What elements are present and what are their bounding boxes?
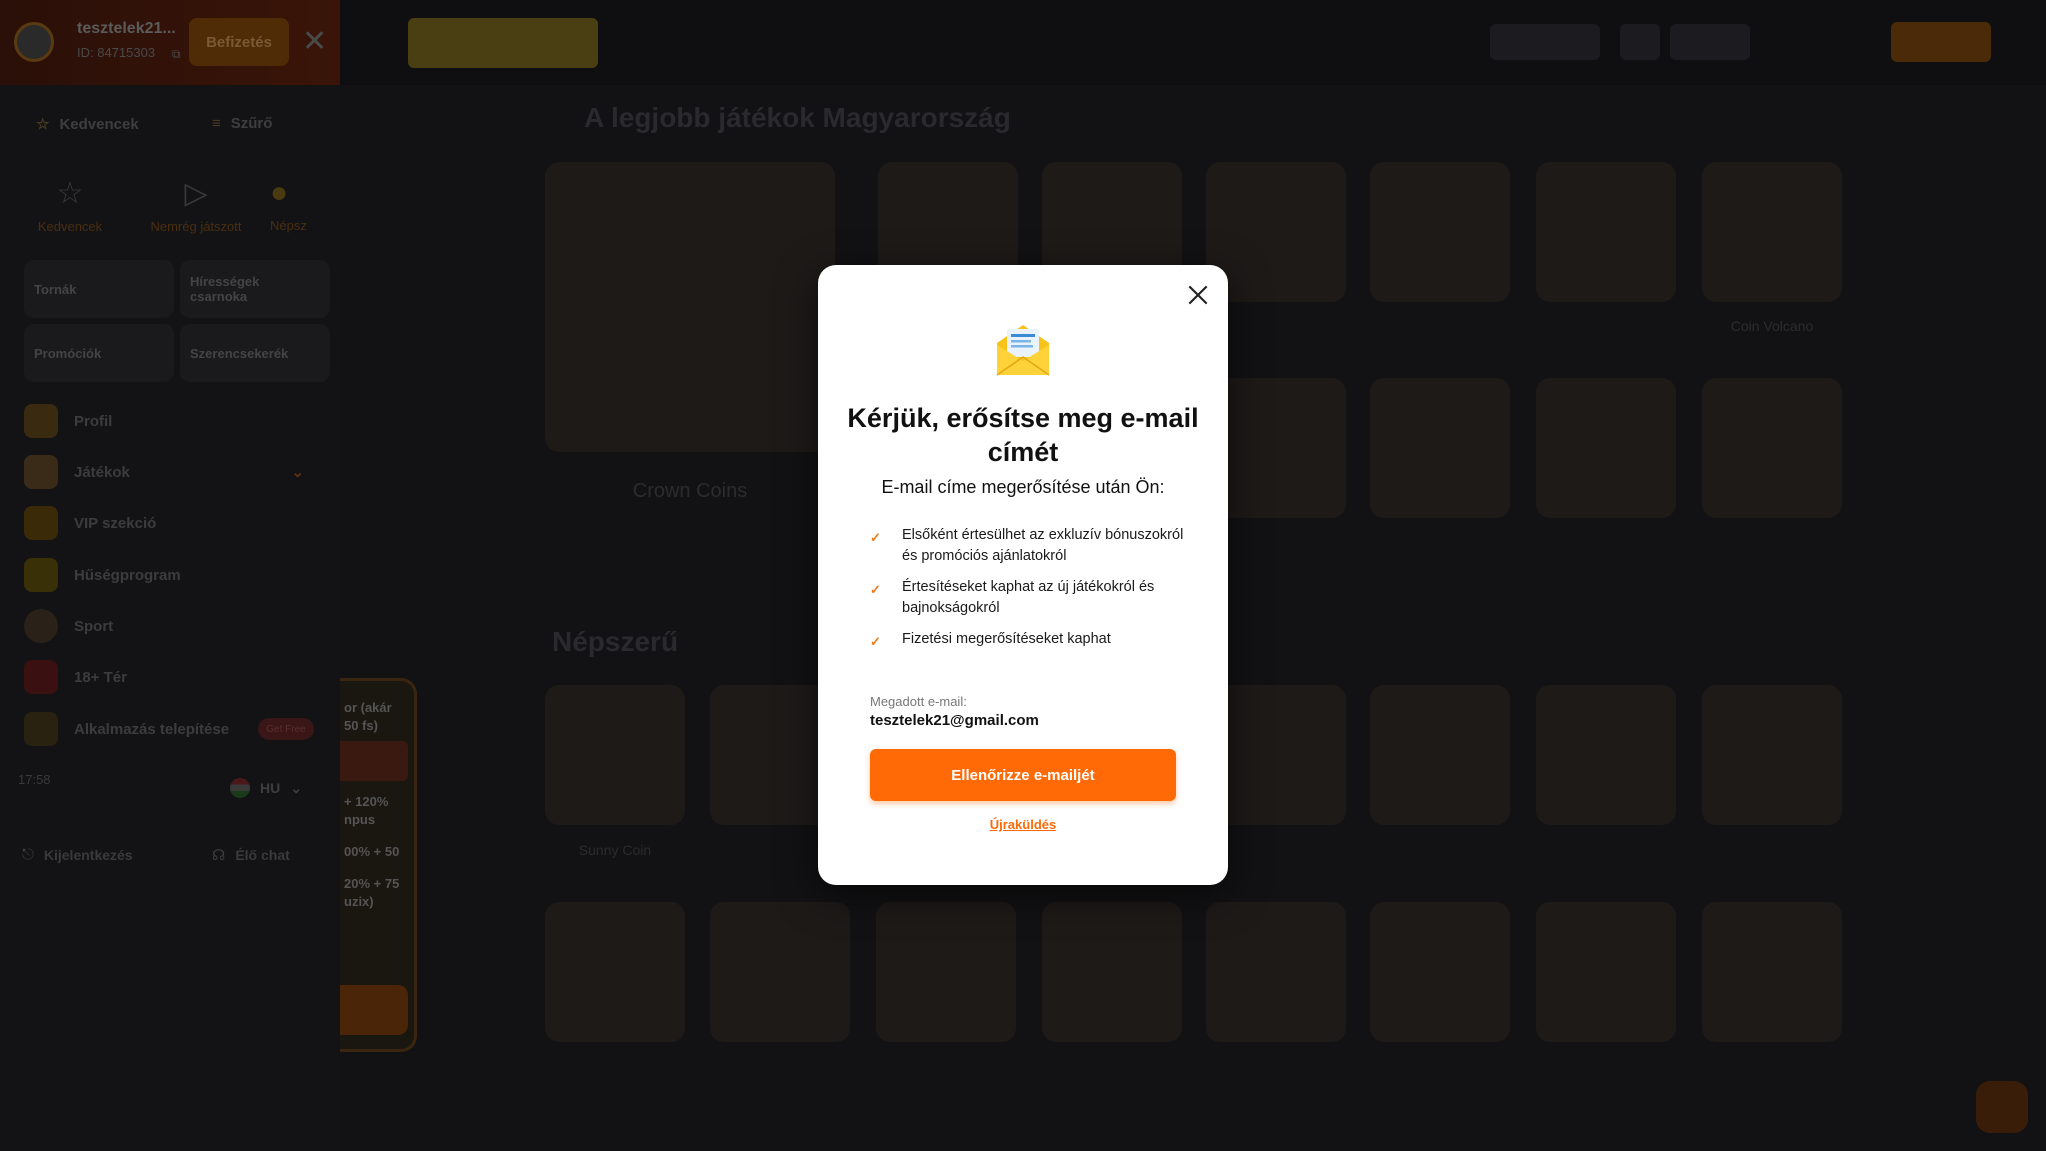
email-label: Megadott e-mail: <box>870 694 967 709</box>
email-value: tesztelek21@gmail.com <box>870 712 1039 729</box>
benefit-text: Elsőként értesülhet az exkluzív bónuszok… <box>902 527 1184 564</box>
resend-link[interactable]: Újraküldés <box>818 817 1228 832</box>
check-icon: ✓ <box>870 530 881 545</box>
benefit-text: Fizetési megerősítéseket kaphat <box>902 631 1111 647</box>
check-icon: ✓ <box>870 582 881 597</box>
modal-title: Kérjük, erősítse meg e-mail címét <box>847 403 1199 467</box>
list-item: ✓ Értesítéseket kaphat az új játékokról … <box>868 577 1198 619</box>
close-icon[interactable] <box>1178 275 1218 315</box>
envelope-icon <box>996 325 1050 376</box>
verify-email-modal: Kérjük, erősítse meg e-mail címét E-mail… <box>818 265 1228 885</box>
list-item: ✓ Fizetési megerősítéseket kaphat <box>868 629 1198 650</box>
check-icon: ✓ <box>870 634 881 649</box>
modal-subtitle: E-mail címe megerősítése után Ön: <box>881 477 1165 497</box>
benefits-list: ✓ Elsőként értesülhet az exkluzív bónusz… <box>868 525 1198 660</box>
verify-email-button[interactable]: Ellenőrizze e-mailjét <box>870 749 1176 801</box>
list-item: ✓ Elsőként értesülhet az exkluzív bónusz… <box>868 525 1198 567</box>
benefit-text: Értesítéseket kaphat az új játékokról és… <box>902 579 1155 616</box>
